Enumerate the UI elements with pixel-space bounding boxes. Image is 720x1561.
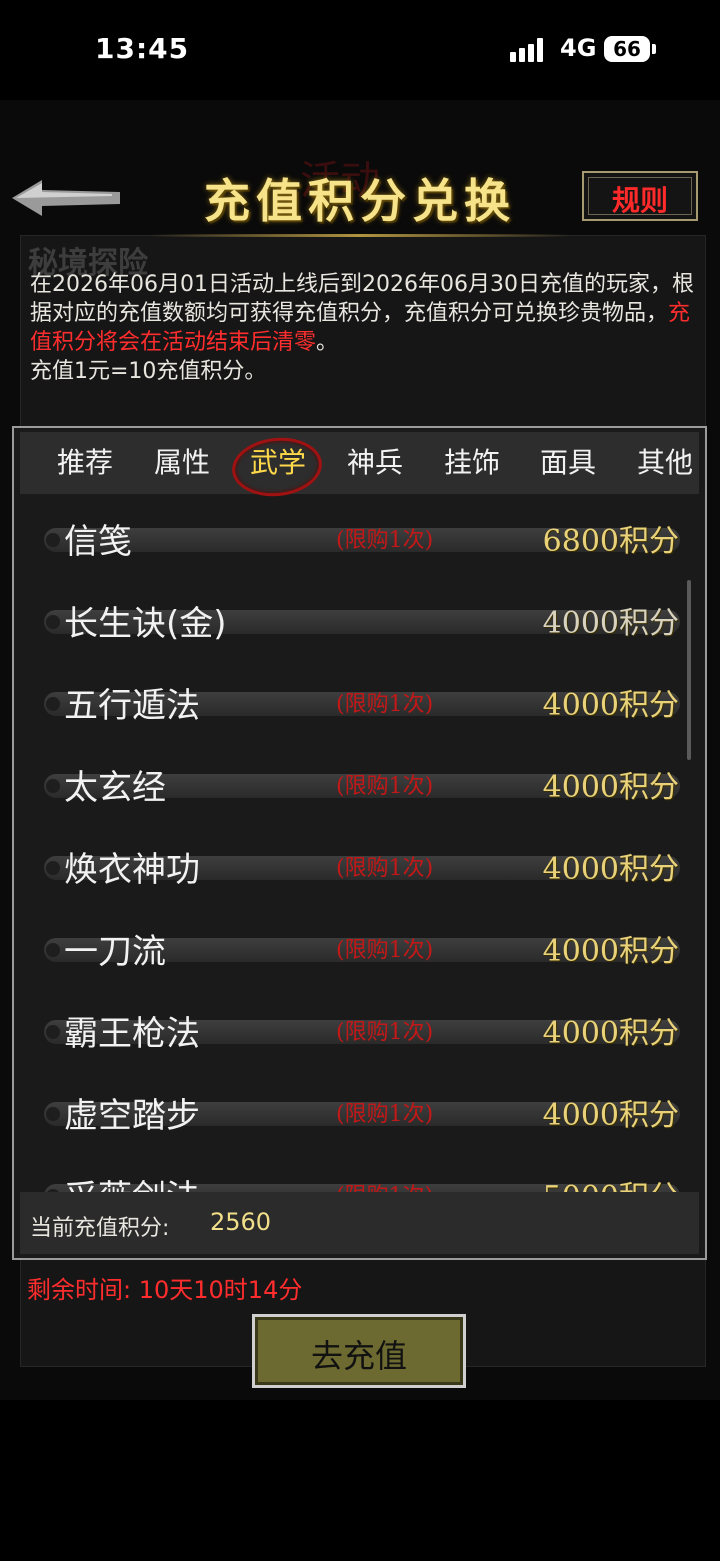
remaining-time-label: 剩余时间: <box>27 1276 132 1304</box>
points-value: 2560 <box>210 1208 272 1236</box>
description-period: 。 <box>316 330 339 355</box>
item-name: 太玄经 <box>64 768 166 808</box>
tab-weapons[interactable]: 神兵 <box>327 432 423 494</box>
list-item[interactable]: 太玄经 (限购1次) 4000积分 <box>20 746 699 828</box>
clock: 13:45 <box>95 32 190 65</box>
item-price: 4000积分 <box>542 934 679 969</box>
event-description: 在2026年06月01日活动上线后到2026年06月30日充值的玩家，根据对应的… <box>30 270 700 386</box>
exchange-rate: 充值1元=10充值积分。 <box>30 359 267 384</box>
exchange-panel: 推荐 属性 武学 神兵 挂饰 面具 其他 信笺 (限购1次) 6800积分 长生… <box>12 426 707 1260</box>
item-name: 采薇剑法 <box>64 1170 200 1192</box>
description-text: 在2026年06月01日活动上线后到2026年06月30日充值的玩家，根据对应的… <box>30 272 694 326</box>
item-price: 4000积分 <box>542 1016 679 1051</box>
network-type: 4G <box>560 34 597 62</box>
tab-recommend[interactable]: 推荐 <box>37 432 133 494</box>
signal-icon <box>510 38 550 62</box>
item-name: 长生诀(金) <box>64 604 227 644</box>
item-price: 4000积分 <box>542 688 679 723</box>
list-item[interactable]: 五行遁法 (限购1次) 4000积分 <box>20 664 699 746</box>
category-tabs: 推荐 属性 武学 神兵 挂饰 面具 其他 <box>20 432 699 501</box>
recharge-button[interactable]: 去充值 <box>252 1314 466 1388</box>
purchase-limit: (限购1次) <box>336 774 434 799</box>
list-item[interactable]: 一刀流 (限购1次) 4000积分 <box>20 910 699 992</box>
tab-attributes[interactable]: 属性 <box>134 432 230 494</box>
tab-ornaments[interactable]: 挂饰 <box>424 432 520 494</box>
purchase-limit: (限购1次) <box>336 528 434 553</box>
remaining-time: 剩余时间: 10天10时14分 <box>27 1270 302 1305</box>
item-name: 虚空踏步 <box>64 1096 200 1136</box>
item-price: 4000积分 <box>542 1098 679 1133</box>
list-item[interactable]: 焕衣神功 (限购1次) 4000积分 <box>20 828 699 910</box>
rules-button[interactable]: 规则 <box>582 171 698 221</box>
list-item[interactable]: 长生诀(金) 4000积分 <box>20 582 699 664</box>
item-price: 4000积分 <box>542 770 679 805</box>
list-scrollbar[interactable] <box>687 580 691 760</box>
points-footer: 当前充值积分: 2560 <box>20 1192 699 1254</box>
rules-label: 规则 <box>611 184 668 217</box>
points-label: 当前充值积分: <box>30 1216 170 1241</box>
list-item[interactable]: 虚空踏步 (限购1次) 4000积分 <box>20 1074 699 1156</box>
item-name: 五行遁法 <box>64 686 200 726</box>
item-list[interactable]: 信笺 (限购1次) 6800积分 长生诀(金) 4000积分 五行遁法 (限购1… <box>20 500 699 1192</box>
purchase-limit: (限购1次) <box>336 1020 434 1045</box>
list-item[interactable]: 采薇剑法 (限购1次) 5000积分 <box>20 1156 699 1192</box>
item-price: 4000积分 <box>542 852 679 887</box>
item-price: 6800积分 <box>542 524 679 559</box>
title-underline <box>150 234 570 237</box>
tab-masks[interactable]: 面具 <box>520 432 616 494</box>
item-price: 4000积分 <box>542 606 679 641</box>
item-name: 霸王枪法 <box>64 1014 200 1054</box>
item-name: 焕衣神功 <box>64 850 200 890</box>
purchase-limit: (限购1次) <box>336 1102 434 1127</box>
recharge-label: 去充值 <box>310 1337 407 1375</box>
purchase-limit: (限购1次) <box>336 692 434 717</box>
item-name: 信笺 <box>64 522 132 562</box>
remaining-time-value: 10天10时14分 <box>138 1276 303 1304</box>
item-price: 5000积分 <box>543 1172 679 1192</box>
battery-icon: 66 <box>604 36 650 62</box>
purchase-limit: (限购1次) <box>336 856 434 881</box>
purchase-limit: (限购1次) <box>336 1178 433 1192</box>
item-name: 一刀流 <box>64 932 166 972</box>
tab-other[interactable]: 其他 <box>617 432 713 494</box>
list-item[interactable]: 信笺 (限购1次) 6800积分 <box>20 500 699 582</box>
purchase-limit: (限购1次) <box>336 938 434 963</box>
status-bar: 13:45 4G 66 <box>0 0 720 100</box>
tab-martial-arts[interactable]: 武学 <box>230 432 326 494</box>
list-item[interactable]: 霸王枪法 (限购1次) 4000积分 <box>20 992 699 1074</box>
battery-tip <box>652 44 656 54</box>
